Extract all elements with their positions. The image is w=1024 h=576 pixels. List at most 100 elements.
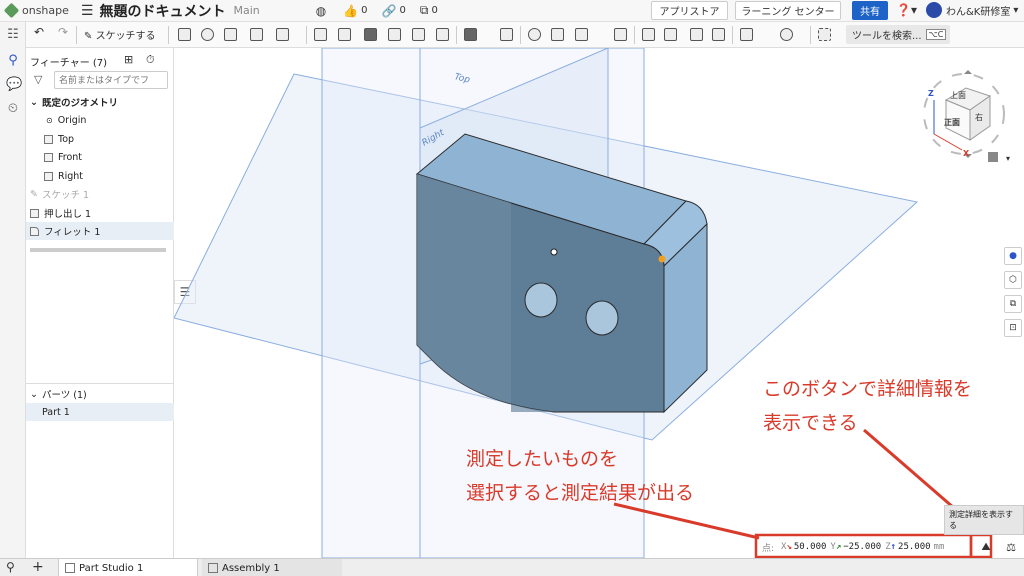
comments-icon[interactable]: 💬 xyxy=(6,78,22,92)
panel-divider[interactable] xyxy=(26,383,174,384)
mate-connector-icon[interactable] xyxy=(780,28,793,41)
sketch-button[interactable]: ✎ スケッチする xyxy=(84,27,156,42)
boolean-icon[interactable] xyxy=(528,28,541,41)
feature-list-header: フィーチャー (7) xyxy=(30,58,108,69)
tab-part-studio[interactable]: Part Studio 1 xyxy=(58,559,198,576)
copy-count[interactable]: ⧉ 0 xyxy=(420,3,438,18)
delete-part-icon[interactable] xyxy=(614,28,627,41)
onshape-app: onshape ☰ 無題のドキュメント Main ◍ 👍 0 🔗 0 ⧉ 0 アプリス… xyxy=(0,0,1024,576)
z-value: 25.000 xyxy=(898,542,931,552)
shell-icon[interactable] xyxy=(412,28,425,41)
plane-icon[interactable] xyxy=(740,28,753,41)
shortcut-badge: ⌥C xyxy=(925,29,947,40)
sketch-feature-label: スケッチ 1 xyxy=(41,190,90,201)
tool-search-button[interactable]: ツールを検索... ⌥C xyxy=(846,25,950,44)
mirror-icon[interactable] xyxy=(500,28,513,41)
link-count[interactable]: 🔗 0 xyxy=(382,4,406,18)
avatar xyxy=(926,2,942,18)
document-title[interactable]: 無題のドキュメント xyxy=(99,1,225,21)
x-value: 50.000 xyxy=(793,542,827,552)
z-axis-label: Z xyxy=(928,89,934,98)
menu-icon[interactable]: ☰ xyxy=(81,3,94,19)
workspace-label[interactable]: Main xyxy=(233,4,259,17)
mass-properties-button[interactable]: ⚖ xyxy=(1002,539,1020,555)
sketch-icon: ✎ xyxy=(30,188,38,200)
viewcube-right-label[interactable]: 右 xyxy=(975,112,983,123)
modify-fillet-icon[interactable] xyxy=(642,28,655,41)
add-tab-icon[interactable]: + xyxy=(32,559,44,575)
y-arrow-icon: ↗ xyxy=(835,542,842,552)
draft-icon[interactable] xyxy=(364,28,377,41)
undo-icon[interactable]: ↶ xyxy=(34,25,44,39)
rib-icon[interactable] xyxy=(388,28,401,41)
tab-manager-icon[interactable]: ⚲ xyxy=(6,560,15,574)
origin-item[interactable]: ⊙ Origin xyxy=(26,111,174,129)
origin-marker[interactable] xyxy=(550,248,558,256)
feature-panel: フィーチャー (7) ⊞ ⏱ ▽ ⌄ 既定のジオメトリ ⊙ Origin Top… xyxy=(26,48,174,558)
link-icon: 🔗 xyxy=(381,3,397,18)
default-geometry-group[interactable]: ⌄ 既定のジオメトリ xyxy=(26,93,174,111)
hole-left[interactable] xyxy=(524,282,558,318)
hole-icon[interactable] xyxy=(436,28,449,41)
delete-face-icon[interactable] xyxy=(664,28,677,41)
viewcube-top-label[interactable]: 上面 xyxy=(950,90,966,101)
viewcube-front-label[interactable]: 正面 xyxy=(944,117,960,128)
thicken-icon[interactable] xyxy=(276,28,289,41)
measure-details-button[interactable]: ⛰ xyxy=(977,539,995,555)
origin-icon: ⊙ xyxy=(46,115,53,125)
like-count[interactable]: 👍 0 xyxy=(343,4,367,18)
front-plane-item[interactable]: Front xyxy=(26,148,174,166)
custom-property-icon[interactable]: ⊡ xyxy=(1004,319,1022,337)
copy-count-value: 0 xyxy=(431,5,438,16)
fillet-icon[interactable] xyxy=(314,28,327,41)
rollback-bar[interactable] xyxy=(30,248,166,252)
chamfer-icon[interactable] xyxy=(338,28,351,41)
feature-filter-input[interactable] xyxy=(54,71,168,89)
sweep-icon[interactable] xyxy=(224,28,237,41)
hole-right[interactable] xyxy=(585,300,619,336)
selected-vertex[interactable] xyxy=(658,255,666,263)
revolve-icon[interactable] xyxy=(201,28,214,41)
part-label: Part 1 xyxy=(42,406,70,418)
configuration-icon[interactable]: ⧉ xyxy=(1004,295,1022,313)
globe-icon[interactable]: ◍ xyxy=(316,4,329,18)
pattern-icon[interactable] xyxy=(464,28,477,41)
variable-table-icon[interactable]: ⚲ xyxy=(6,54,20,68)
add-custom-feature-icon[interactable] xyxy=(818,28,831,41)
rollback-timer-icon[interactable]: ⏱ xyxy=(146,53,155,67)
top-bar: onshape ☰ 無題のドキュメント Main ◍ 👍 0 🔗 0 ⧉ 0 アプリス… xyxy=(0,0,1024,22)
onshape-logo[interactable]: onshape xyxy=(3,2,69,19)
appearance-icon[interactable]: ● xyxy=(1004,247,1022,265)
feature-list-icon[interactable]: ☷ xyxy=(6,28,20,42)
user-menu[interactable]: わん&K研修室 ▾ xyxy=(926,2,1018,18)
share-button[interactable]: 共有 xyxy=(852,1,888,20)
part-item[interactable]: Part 1 xyxy=(26,403,174,421)
replace-face-icon[interactable] xyxy=(712,28,725,41)
extrude-feature-item[interactable]: 押し出し 1 xyxy=(26,204,174,222)
learning-center-button[interactable]: ラーニング センター xyxy=(735,1,841,20)
app-store-button[interactable]: アプリストア xyxy=(651,1,728,20)
right-plane-item[interactable]: Right xyxy=(26,167,174,185)
transform-icon[interactable] xyxy=(575,28,588,41)
filter-icon[interactable]: ▽ xyxy=(34,73,42,86)
left-rail: ☷ ⚲ 💬 ⏲ xyxy=(0,22,26,558)
help-icon[interactable]: ❓▾ xyxy=(896,3,917,17)
tool-search-label: ツールを検索... xyxy=(852,31,922,42)
loft-icon[interactable] xyxy=(250,28,263,41)
unit-label: mm xyxy=(933,542,945,552)
view-options-chevron-icon[interactable]: ▾ xyxy=(1006,154,1010,163)
top-plane-item[interactable]: Top xyxy=(26,130,174,148)
split-icon[interactable] xyxy=(551,28,564,41)
mass-properties-icon[interactable]: ⬡ xyxy=(1004,271,1022,289)
tab-assembly[interactable]: Assembly 1 xyxy=(202,559,342,576)
add-folder-icon[interactable]: ⊞ xyxy=(124,53,133,66)
parts-group[interactable]: ⌄ パーツ (1) xyxy=(26,385,174,403)
redo-icon[interactable]: ↷ xyxy=(58,25,68,39)
like-count-value: 0 xyxy=(361,5,368,16)
extrude-icon[interactable] xyxy=(178,28,191,41)
fillet-feature-item[interactable]: フィレット 1 xyxy=(26,222,174,240)
top-plane-label: Top xyxy=(58,133,75,145)
sketch-feature-item[interactable]: ✎ スケッチ 1 xyxy=(26,185,174,203)
move-face-icon[interactable] xyxy=(690,28,703,41)
history-icon[interactable]: ⏲ xyxy=(6,102,20,116)
